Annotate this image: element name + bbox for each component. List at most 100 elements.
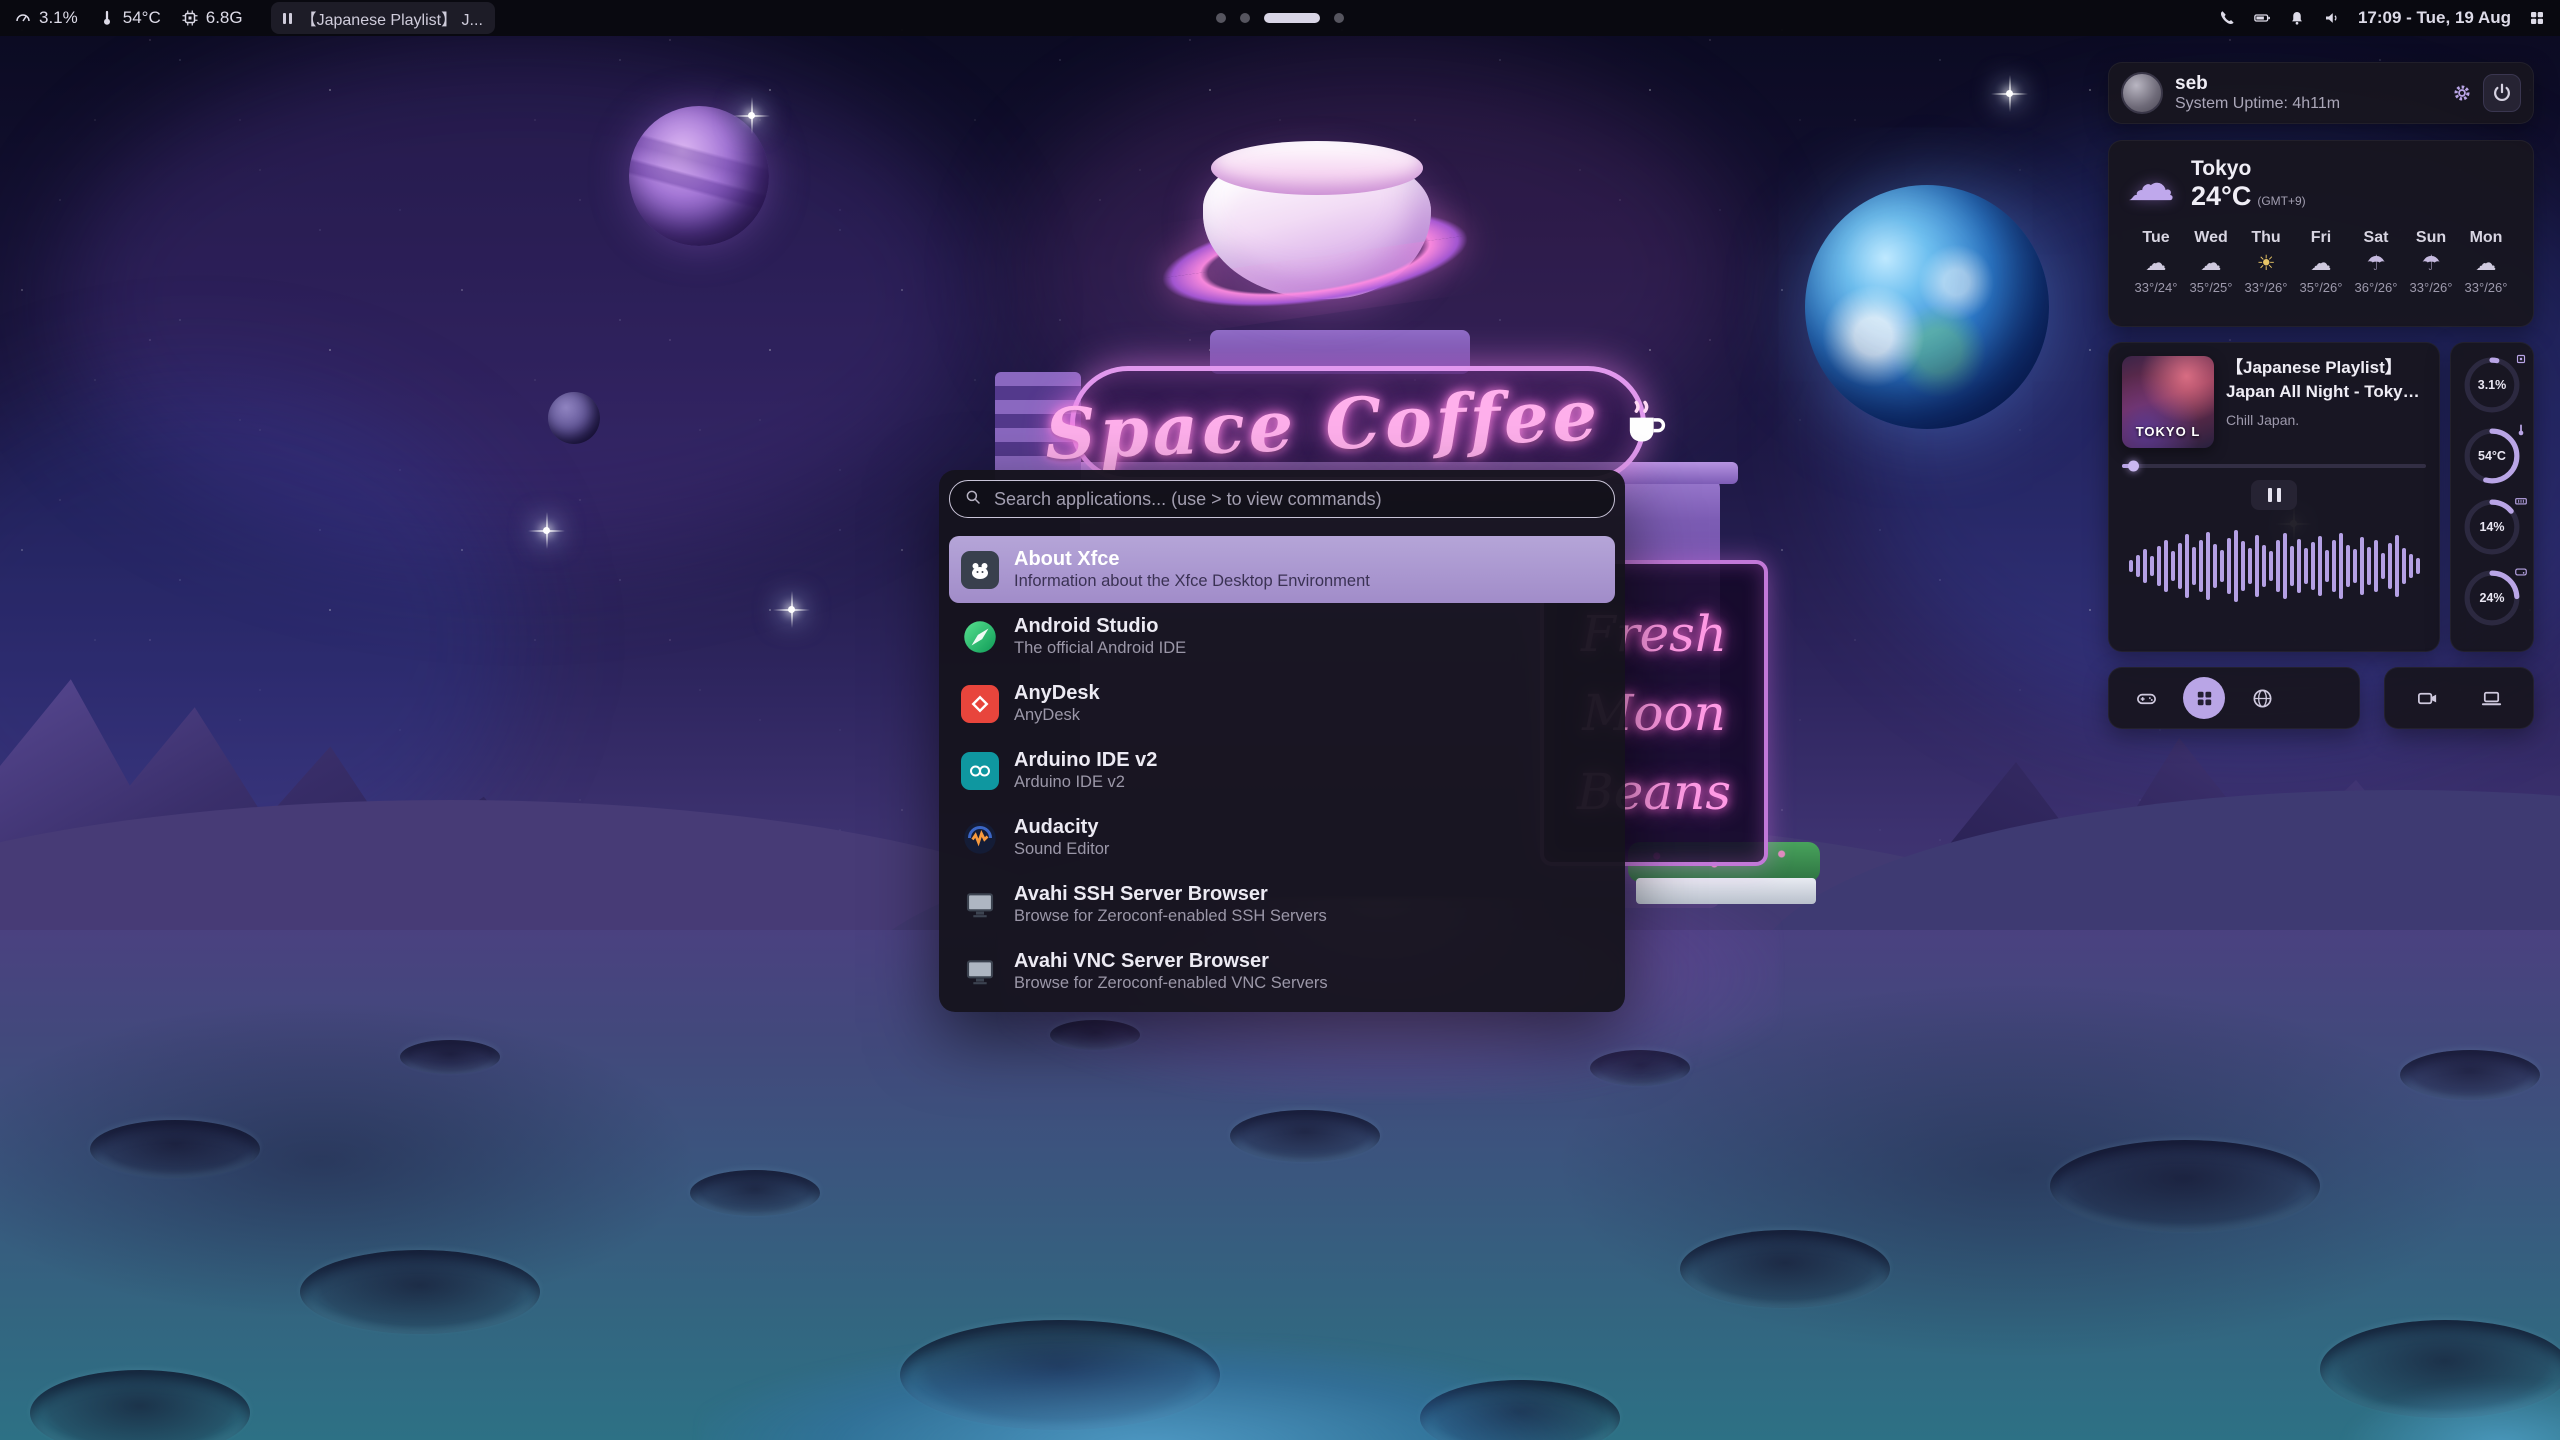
memory-indicator[interactable]: 6.8G [181, 8, 243, 28]
app-description: Browse for Zeroconf-enabled VNC Servers [1014, 975, 1328, 992]
app-description: The official Android IDE [1014, 640, 1186, 657]
disk-icon [2514, 565, 2528, 584]
temperature-indicator[interactable]: 54°C [98, 8, 161, 28]
settings-button[interactable] [2451, 82, 2473, 104]
app-row-avahi-ssh[interactable]: Avahi SSH Server Browser Browse for Zero… [949, 871, 1615, 938]
weather-day-icon: ☁ [2476, 253, 2497, 274]
cpu-gauge: 3.1% [2463, 356, 2521, 414]
forecast-day: Fri ☁ 35°/26° [2294, 230, 2348, 294]
pause-icon [283, 13, 292, 24]
xfce-mouse-icon [961, 551, 999, 589]
crater [2400, 1050, 2540, 1100]
avahi-monitor-icon [961, 886, 999, 924]
media-player-chip[interactable]: 【Japanese Playlist】 J... [271, 2, 495, 34]
visualizer [2122, 522, 2426, 610]
memory-label: 6.8G [206, 8, 243, 28]
app-title: Android Studio [1014, 616, 1186, 636]
app-row-anydesk[interactable]: AnyDesk AnyDesk [949, 670, 1615, 737]
volume-tray-icon[interactable] [2323, 9, 2341, 27]
crater [400, 1040, 500, 1074]
progress-knob[interactable] [2128, 461, 2139, 472]
bright-star [543, 527, 550, 534]
app-title: Arduino IDE v2 [1014, 750, 1157, 770]
small-moon [548, 392, 600, 444]
neon-sign-text: Space Coffee [1044, 373, 1603, 475]
app-launcher: About Xfce Information about the Xfce De… [939, 470, 1625, 1012]
anydesk-icon [961, 685, 999, 723]
app-results-list: About Xfce Information about the Xfce De… [949, 536, 1615, 1005]
quick-actions-card [2108, 667, 2360, 729]
screen-record-button[interactable] [2406, 677, 2448, 719]
notifications-bell-icon[interactable] [2288, 9, 2306, 27]
purple-planet [629, 106, 769, 246]
app-row-avahi-vnc[interactable]: Avahi VNC Server Browser Browse for Zero… [949, 938, 1615, 1005]
user-name: seb [2175, 74, 2340, 93]
neon-sign: Space Coffee [1070, 366, 1646, 482]
workspace-dot-1[interactable] [1216, 13, 1226, 23]
search-input[interactable] [992, 488, 1600, 511]
thermometer-icon [2514, 423, 2528, 442]
app-title: Avahi SSH Server Browser [1014, 884, 1327, 904]
crater [1680, 1230, 1890, 1308]
app-description: Browse for Zeroconf-enabled SSH Servers [1014, 908, 1327, 925]
system-stats-card: 3.1% 54°C 14% [2450, 342, 2534, 652]
album-art-label: TOKYO L [2136, 424, 2201, 448]
power-button[interactable] [2483, 74, 2521, 112]
weather-city: Tokyo [2191, 157, 2306, 180]
capture-actions-card [2384, 667, 2534, 729]
horizon-glow [700, 1340, 1600, 1440]
apps-grid-button[interactable] [2183, 677, 2225, 719]
music-progress-bar[interactable] [2122, 464, 2426, 468]
phone-tray-icon[interactable] [2218, 9, 2236, 27]
globe-button[interactable] [2241, 677, 2283, 719]
app-grid-icon[interactable] [2528, 9, 2546, 27]
app-title: Avahi VNC Server Browser [1014, 951, 1328, 971]
weather-timezone: (GMT+9) [2257, 194, 2305, 208]
app-description: Sound Editor [1014, 841, 1109, 858]
cpu-usage-indicator[interactable]: 3.1% [14, 8, 78, 28]
coffee-cup-icon [1619, 396, 1671, 453]
app-title: AnyDesk [1014, 683, 1100, 703]
desktop: Fresh Moon Beans Space Coffee [0, 0, 2560, 1440]
battery-tray-icon[interactable] [2253, 9, 2271, 27]
app-row-arduino-ide[interactable]: Arduino IDE v2 Arduino IDE v2 [949, 737, 1615, 804]
clock[interactable]: 17:09 - Tue, 19 Aug [2358, 8, 2511, 28]
workspace-indicator [1216, 13, 1344, 23]
bright-star [748, 112, 755, 119]
workspace-dot-2[interactable] [1240, 13, 1250, 23]
arduino-infinity-icon [961, 752, 999, 790]
search-bar[interactable] [949, 480, 1615, 518]
keyboard-button[interactable] [2470, 677, 2512, 719]
top-bar: 3.1% 54°C 6.8G 【Japanese Playlist】 J... [0, 0, 2560, 36]
search-icon [964, 488, 982, 511]
memory-chip-icon [181, 9, 199, 27]
pause-button[interactable] [2251, 480, 2297, 510]
temperature-gauge: 54°C [2463, 427, 2521, 485]
forecast-day: Sun ☂ 33°/26° [2404, 230, 2458, 294]
app-row-android-studio[interactable]: Android Studio The official Android IDE [949, 603, 1615, 670]
workspace-dot-4[interactable] [1334, 13, 1344, 23]
memory-gauge-value: 14% [2463, 498, 2521, 556]
crater [1230, 1110, 1380, 1162]
app-title: About Xfce [1014, 549, 1370, 569]
workspace-active-pill[interactable] [1264, 13, 1320, 23]
weather-day-icon: ☂ [2367, 253, 2386, 274]
disk-gauge: 24% [2463, 569, 2521, 627]
track-artist: Chill Japan. [2226, 412, 2426, 428]
weather-day-icon: ☁ [2311, 253, 2332, 274]
album-art: TOKYO L [2122, 356, 2214, 448]
user-card: seb System Uptime: 4h11m [2108, 62, 2534, 124]
cpu-usage-label: 3.1% [39, 8, 78, 28]
app-row-about-xfce[interactable]: About Xfce Information about the Xfce De… [949, 536, 1615, 603]
shop-planter [1636, 878, 1816, 904]
control-panel: seb System Uptime: 4h11m ☁ Tokyo 24°C [2108, 62, 2534, 729]
cpu-chip-icon [2514, 352, 2528, 371]
crater [690, 1170, 820, 1216]
temperature-gauge-value: 54°C [2463, 427, 2521, 485]
saturn-coffee-cup [1115, 145, 1515, 325]
forecast-day: Wed ☁ 35°/25° [2184, 230, 2238, 294]
horizon-glow [2340, 1380, 2560, 1440]
gamepad-button[interactable] [2125, 677, 2167, 719]
app-row-audacity[interactable]: Audacity Sound Editor [949, 804, 1615, 871]
weather-card: ☁ Tokyo 24°C (GMT+9) Tue ☁ 33°/24° Wed [2108, 140, 2534, 327]
